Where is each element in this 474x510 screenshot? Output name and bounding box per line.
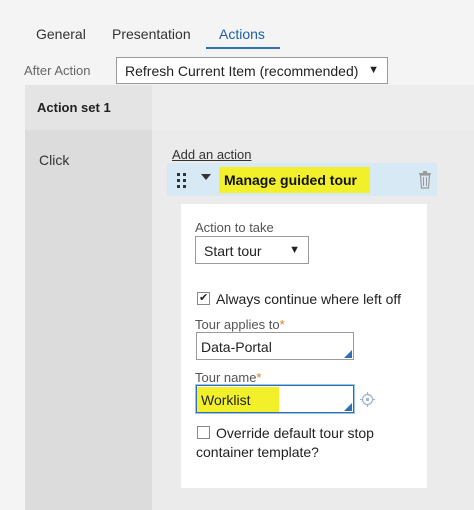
after-action-select[interactable]: Refresh Current Item (recommended) ▼ — [116, 57, 388, 84]
action-set-title: Action set 1 — [37, 100, 111, 115]
tour-name-field[interactable]: Worklist — [196, 385, 354, 413]
required-marker: * — [256, 370, 262, 385]
drag-handle-icon[interactable] — [176, 172, 188, 188]
active-tab-indicator — [206, 47, 280, 49]
override-template-label: Override default tour stop — [216, 425, 374, 441]
override-template-checkbox[interactable] — [197, 426, 210, 439]
always-continue-checkbox[interactable] — [197, 291, 210, 305]
always-continue-label: Always continue where left off — [216, 291, 401, 307]
required-marker: * — [279, 317, 285, 332]
after-action-label: After Action — [24, 63, 91, 78]
event-label: Click — [39, 152, 70, 168]
dropdown-arrow-icon: ▼ — [289, 244, 300, 256]
target-icon[interactable] — [360, 392, 375, 407]
tour-applies-to-value: Data-Portal — [201, 339, 272, 355]
tour-name-label: Tour name* — [195, 370, 262, 385]
event-column — [25, 85, 152, 510]
dropdown-arrow-icon: ▼ — [368, 64, 379, 76]
override-template-label-line2: container template? — [196, 444, 319, 460]
action-to-take-select[interactable]: Start tour ▼ — [195, 236, 309, 264]
trash-icon[interactable] — [418, 171, 432, 189]
autocomplete-corner-icon — [344, 350, 352, 358]
after-action-value: Refresh Current Item (recommended) — [125, 63, 359, 79]
tour-applies-to-field[interactable]: Data-Portal — [196, 332, 354, 360]
collapse-caret-icon[interactable] — [201, 174, 211, 180]
tour-applies-to-label: Tour applies to* — [195, 317, 285, 332]
action-name: Manage guided tour — [224, 172, 357, 188]
tab-presentation[interactable]: Presentation — [112, 26, 191, 42]
action-to-take-label: Action to take — [195, 220, 274, 235]
add-action-link[interactable]: Add an action — [172, 147, 252, 162]
tour-name-value: Worklist — [201, 392, 251, 408]
tab-actions[interactable]: Actions — [219, 26, 265, 42]
tab-general[interactable]: General — [36, 26, 86, 42]
action-to-take-value: Start tour — [204, 243, 262, 259]
autocomplete-corner-icon — [344, 403, 352, 411]
